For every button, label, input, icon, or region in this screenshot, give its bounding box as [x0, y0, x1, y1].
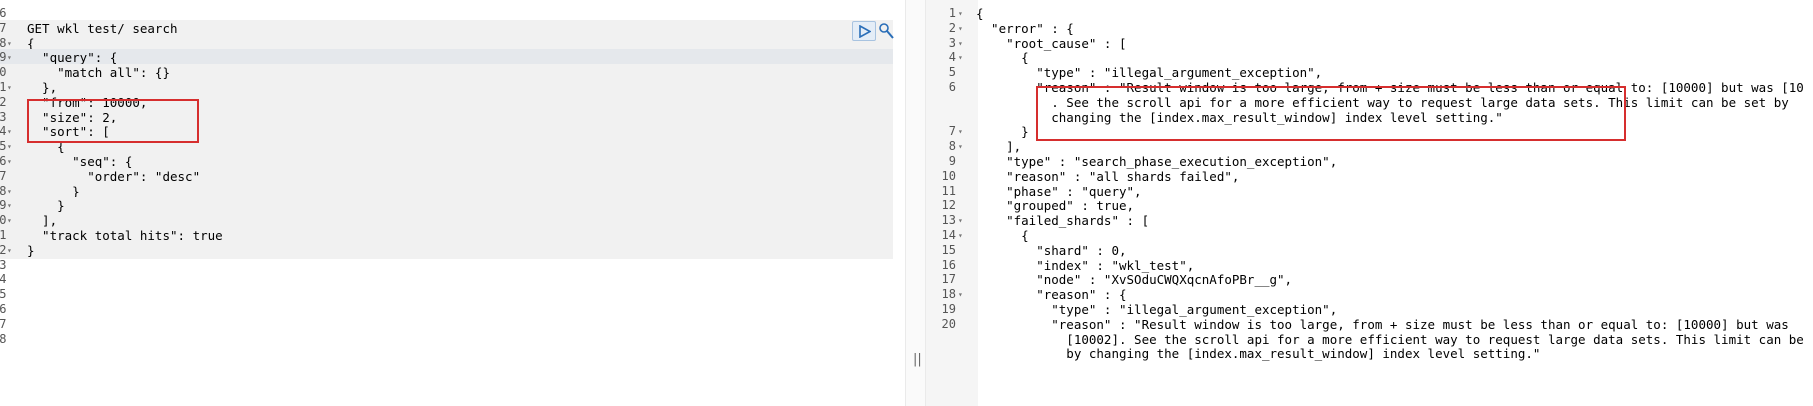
play-icon	[859, 25, 871, 38]
response-line-text: by changing the [index.max_result_window…	[976, 346, 1541, 362]
resize-handle-icon[interactable]: ||	[913, 352, 922, 367]
response-viewer[interactable]: 1 ▾{2 ▾ "error" : {3 ▾ "root_cause" : [4 ▾ {…	[926, 0, 1813, 406]
from-size-highlight-box	[27, 99, 199, 143]
line-number: 38	[0, 331, 7, 346]
response-line: by changing the [index.max_result_window…	[926, 345, 1806, 362]
request-line[interactable]: 38	[0, 331, 893, 348]
wrench-icon[interactable]	[878, 21, 896, 41]
run-request-button[interactable]	[852, 21, 876, 41]
pane-divider[interactable]	[905, 0, 926, 406]
reason-highlight-box	[1036, 86, 1626, 141]
request-editor[interactable]: 1617GET wkl_test/_search18▾{19▾ "query":…	[0, 0, 905, 406]
